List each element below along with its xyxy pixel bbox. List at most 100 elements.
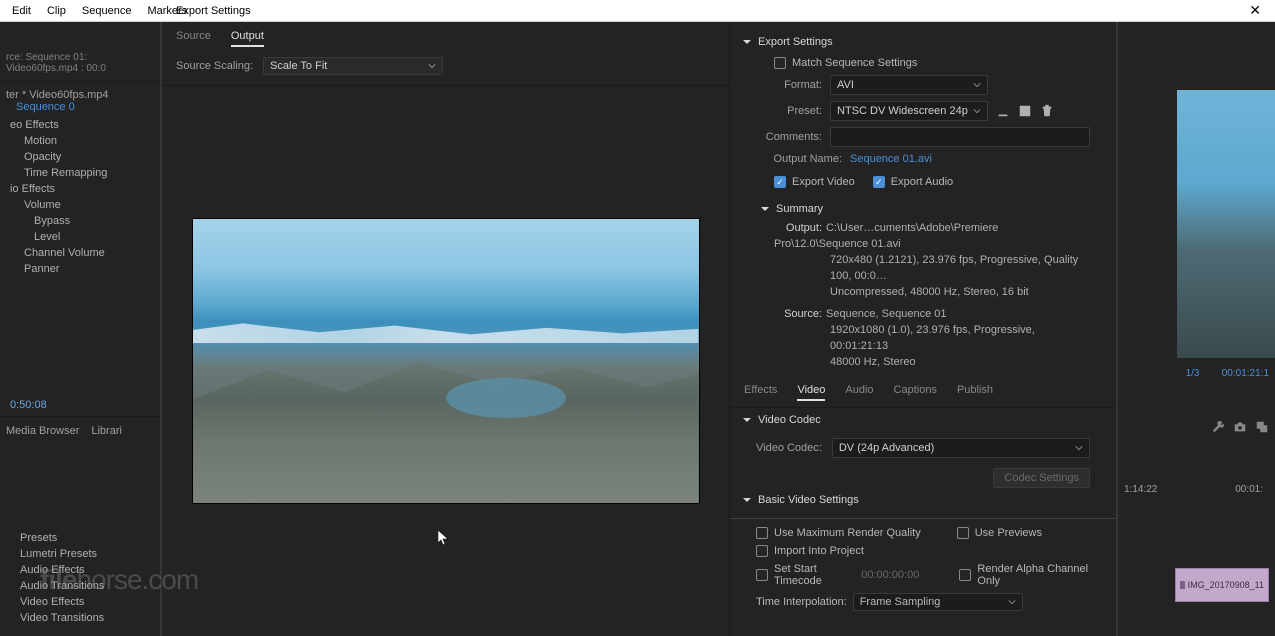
export-video-checkbox[interactable]: [774, 176, 786, 188]
browser-audio-transitions[interactable]: Audio Transitions: [6, 578, 154, 594]
panel-timecode[interactable]: 0:50:08: [0, 397, 160, 413]
comments-label: Comments:: [756, 131, 822, 143]
video-codec-select[interactable]: DV (24p Advanced): [832, 438, 1090, 458]
fx-video-effects[interactable]: eo Effects: [0, 117, 160, 133]
time-interp-value: Frame Sampling: [860, 596, 941, 608]
app-right-panel: 1/3 00:01:21:1 1:14:22 00:01: IMG_201709…: [1118, 22, 1275, 636]
fx-volume[interactable]: Volume: [0, 197, 160, 213]
chevron-down-icon: [428, 62, 436, 70]
format-select[interactable]: AVI: [830, 75, 988, 95]
menu-edit[interactable]: Edit: [4, 5, 39, 17]
summary-body: Output:C:\User…cuments\Adobe\Premiere Pr…: [756, 221, 1090, 370]
video-codec-header-label: Video Codec: [758, 414, 821, 426]
tab-source[interactable]: Source: [176, 30, 211, 47]
basic-video-header[interactable]: Basic Video Settings: [742, 494, 1090, 506]
summary-output-l2: 720x480 (1.2121), 23.976 fps, Progressiv…: [774, 253, 1090, 285]
fx-level[interactable]: Level: [0, 229, 160, 245]
settings-tab-video[interactable]: Video: [797, 384, 825, 401]
chevron-down-icon: [973, 107, 981, 115]
preset-label: Preset:: [756, 105, 822, 117]
summary-source-l1: Sequence, Sequence 01: [826, 308, 947, 320]
wrench-icon[interactable]: [1211, 420, 1225, 434]
save-preset-icon[interactable]: [996, 104, 1010, 118]
import-preset-icon[interactable]: [1018, 104, 1032, 118]
settings-pane: Export Settings Match Sequence Settings …: [730, 22, 1116, 636]
output-preview: [192, 218, 700, 504]
set-start-timecode-value: 00:00:00:00: [861, 569, 919, 581]
browser-presets[interactable]: Presets: [6, 530, 154, 546]
browser-video-transitions[interactable]: Video Transitions: [6, 610, 154, 626]
tab-libraries[interactable]: Librari: [91, 425, 122, 437]
app-left-panel: rce: Sequence 01: Video60fps.mp4 : 00:0 …: [0, 22, 160, 636]
program-timecode: 00:01:21:1: [1222, 368, 1269, 379]
format-value: AVI: [837, 79, 854, 91]
fx-opacity[interactable]: Opacity: [0, 149, 160, 165]
camera-icon[interactable]: [1233, 420, 1247, 434]
chevron-down-icon: [742, 495, 752, 505]
overlay-icon[interactable]: [1255, 420, 1269, 434]
export-audio-checkbox[interactable]: [873, 176, 885, 188]
format-label: Format:: [756, 79, 822, 91]
export-audio-label: Export Audio: [891, 176, 953, 188]
tab-media-browser[interactable]: Media Browser: [6, 425, 79, 437]
summary-source-l3: 48000 Hz, Stereo: [774, 355, 1090, 371]
chevron-down-icon: [742, 37, 752, 47]
close-icon[interactable]: ✕: [1241, 2, 1269, 19]
time-interp-select[interactable]: Frame Sampling: [853, 593, 1023, 611]
match-sequence-checkbox[interactable]: [774, 57, 786, 69]
basic-video-header-label: Basic Video Settings: [758, 494, 859, 506]
export-settings-header-label: Export Settings: [758, 36, 833, 48]
fx-time-remapping[interactable]: Time Remapping: [0, 165, 160, 181]
max-render-label: Use Maximum Render Quality: [774, 527, 921, 539]
sequence-link[interactable]: Sequence 0: [16, 101, 75, 113]
dialog-title: Export Settings: [168, 5, 259, 17]
set-start-timecode-label: Set Start Timecode: [774, 563, 851, 587]
menu-clip[interactable]: Clip: [39, 5, 74, 17]
chevron-down-icon: [1075, 444, 1083, 452]
render-alpha-checkbox[interactable]: [959, 569, 971, 581]
fx-panner[interactable]: Panner: [0, 261, 160, 277]
preview-pane: Source Output Source Scaling: Scale To F…: [162, 22, 730, 636]
summary-header[interactable]: Summary: [760, 203, 1090, 215]
browser-audio-effects[interactable]: Audio Effects: [6, 562, 154, 578]
summary-header-label: Summary: [776, 203, 823, 215]
fx-audio-effects[interactable]: io Effects: [0, 181, 160, 197]
set-start-timecode-checkbox[interactable]: [756, 569, 768, 581]
max-render-checkbox[interactable]: [756, 527, 768, 539]
project-name[interactable]: ter * Video60fps.mp4: [6, 89, 109, 101]
settings-tab-effects[interactable]: Effects: [744, 384, 777, 401]
codec-settings-button[interactable]: Codec Settings: [993, 468, 1090, 488]
clip-name: IMG_20170908_11: [1188, 580, 1264, 590]
settings-tab-publish[interactable]: Publish: [957, 384, 993, 401]
source-scaling-value: Scale To Fit: [270, 60, 327, 72]
comments-input[interactable]: [830, 127, 1090, 147]
output-name-label: Output Name:: [756, 153, 842, 165]
settings-tab-audio[interactable]: Audio: [845, 384, 873, 401]
output-name-link[interactable]: Sequence 01.avi: [850, 153, 932, 165]
export-settings-header[interactable]: Export Settings: [742, 36, 1090, 48]
video-codec-header[interactable]: Video Codec: [742, 414, 1090, 426]
monitor-tools: [1211, 420, 1269, 434]
menu-sequence[interactable]: Sequence: [74, 5, 140, 17]
fx-bypass[interactable]: Bypass: [0, 213, 160, 229]
use-previews-checkbox[interactable]: [957, 527, 969, 539]
export-video-label: Export Video: [792, 176, 855, 188]
fx-channel-volume[interactable]: Channel Volume: [0, 245, 160, 261]
browser-video-effects[interactable]: Video Effects: [6, 594, 154, 610]
delete-preset-icon[interactable]: [1040, 104, 1054, 118]
preset-value: NTSC DV Widescreen 24p: [837, 105, 968, 117]
timeline-clip[interactable]: IMG_20170908_11: [1175, 568, 1269, 602]
video-codec-value: DV (24p Advanced): [839, 442, 934, 454]
fx-motion[interactable]: Motion: [0, 133, 160, 149]
settings-tab-captions[interactable]: Captions: [894, 384, 937, 401]
summary-output-l3: Uncompressed, 48000 Hz, Stereo, 16 bit: [774, 285, 1090, 301]
import-project-checkbox[interactable]: [756, 545, 768, 557]
preset-select[interactable]: NTSC DV Widescreen 24p: [830, 101, 988, 121]
tab-output[interactable]: Output: [231, 30, 264, 47]
browser-lumetri[interactable]: Lumetri Presets: [6, 546, 154, 562]
summary-source-label: Source:: [774, 307, 822, 323]
timeline-tc-left: 1:14:22: [1124, 484, 1157, 495]
import-project-label: Import Into Project: [774, 545, 864, 557]
source-scaling-select[interactable]: Scale To Fit: [263, 57, 443, 75]
render-alpha-label: Render Alpha Channel Only: [977, 563, 1090, 587]
